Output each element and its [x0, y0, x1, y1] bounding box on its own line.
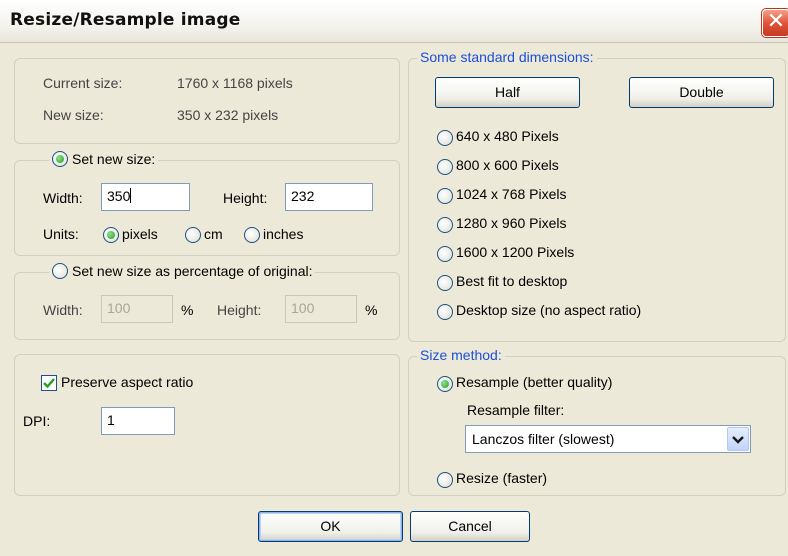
resize-radio[interactable]: [437, 472, 453, 488]
units-pixels-radio[interactable]: [103, 227, 119, 243]
new-size-legend[interactable]: Set new size:: [49, 151, 159, 167]
text-cursor: [130, 188, 132, 203]
desktop-size-radio[interactable]: [437, 304, 453, 320]
dim-1600-label[interactable]: 1600 x 1200 Pixels: [456, 244, 574, 260]
preserve-aspect-checkbox[interactable]: [41, 375, 57, 391]
dim-800-radio[interactable]: [437, 159, 453, 175]
percent-width-label: Width:: [43, 302, 83, 318]
chevron-down-icon[interactable]: [727, 427, 749, 451]
size-method-group: Size method: Resample (better quality) R…: [408, 347, 786, 496]
percent-width-input[interactable]: 100: [101, 295, 173, 323]
new-size-radio[interactable]: [52, 151, 68, 167]
best-fit-radio[interactable]: [437, 275, 453, 291]
dim-1600-radio[interactable]: [437, 246, 453, 262]
new-size-value: 350 x 232 pixels: [177, 107, 279, 123]
units-label: Units:: [43, 226, 79, 242]
dim-640-radio[interactable]: [437, 130, 453, 146]
checkmark-icon: [43, 378, 55, 389]
width-input[interactable]: 350: [101, 183, 190, 211]
half-button[interactable]: Half: [435, 77, 580, 108]
dpi-label: DPI:: [23, 413, 51, 429]
preserve-aspect-label[interactable]: Preserve aspect ratio: [61, 374, 193, 390]
best-fit-label[interactable]: Best fit to desktop: [456, 273, 567, 289]
units-cm-radio[interactable]: [185, 227, 201, 243]
standard-dimensions-legend: Some standard dimensions:: [417, 49, 597, 65]
cancel-button[interactable]: Cancel: [410, 511, 530, 542]
percentage-radio[interactable]: [52, 263, 68, 279]
dpi-input[interactable]: 1: [101, 407, 175, 435]
resample-filter-value: Lanczos filter (slowest): [472, 431, 615, 447]
current-size-label: Current size:: [43, 75, 123, 91]
dim-1280-label[interactable]: 1280 x 960 Pixels: [456, 215, 567, 231]
percent-height-label: Height:: [217, 302, 262, 318]
dim-800-label[interactable]: 800 x 600 Pixels: [456, 157, 559, 173]
percentage-group: Set new size as percentage of original: …: [14, 263, 400, 340]
resize-label[interactable]: Resize (faster): [456, 470, 547, 486]
close-icon: ✕: [766, 9, 786, 34]
height-label: Height:: [223, 190, 268, 206]
percent-width-sign: %: [181, 302, 194, 318]
units-cm-label[interactable]: cm: [204, 226, 223, 242]
height-input[interactable]: 232: [285, 183, 373, 211]
ok-button[interactable]: OK: [258, 511, 403, 542]
title-bar: Resize/Resample image ✕: [0, 0, 788, 43]
percent-height-input[interactable]: 100: [285, 295, 357, 323]
resample-radio[interactable]: [437, 376, 453, 392]
new-size-label: New size:: [43, 107, 104, 123]
percent-height-sign: %: [365, 302, 378, 318]
dim-1280-radio[interactable]: [437, 217, 453, 233]
percentage-legend[interactable]: Set new size as percentage of original:: [49, 263, 316, 279]
dim-1024-label[interactable]: 1024 x 768 Pixels: [456, 186, 567, 202]
units-inches-label[interactable]: inches: [263, 226, 303, 242]
desktop-size-label[interactable]: Desktop size (no aspect ratio): [456, 302, 641, 318]
standard-dimensions-group: Some standard dimensions: Half Double 64…: [408, 49, 786, 342]
new-size-radio-label: Set new size:: [72, 151, 156, 167]
new-size-group: Set new size: Width: 350 Height: 232 Uni…: [14, 151, 400, 256]
aspect-group: Preserve aspect ratio DPI: 1: [14, 354, 400, 496]
resample-label[interactable]: Resample (better quality): [456, 374, 612, 390]
resample-filter-select[interactable]: Lanczos filter (slowest): [465, 425, 751, 453]
size-info-group: Current size: 1760 x 1168 pixels New siz…: [14, 58, 400, 144]
dim-640-label[interactable]: 640 x 480 Pixels: [456, 128, 559, 144]
dim-1024-radio[interactable]: [437, 188, 453, 204]
resample-filter-label: Resample filter:: [467, 402, 565, 418]
window-title: Resize/Resample image: [10, 10, 241, 30]
current-size-value: 1760 x 1168 pixels: [177, 75, 293, 91]
units-pixels-label[interactable]: pixels: [122, 226, 158, 242]
resize-dialog: Resize/Resample image ✕ Current size: 17…: [0, 0, 788, 556]
close-button[interactable]: ✕: [762, 9, 788, 37]
percentage-radio-label: Set new size as percentage of original:: [72, 263, 313, 279]
width-label: Width:: [43, 190, 83, 206]
units-inches-radio[interactable]: [244, 227, 260, 243]
double-button[interactable]: Double: [629, 77, 774, 108]
size-method-legend: Size method:: [417, 347, 505, 363]
